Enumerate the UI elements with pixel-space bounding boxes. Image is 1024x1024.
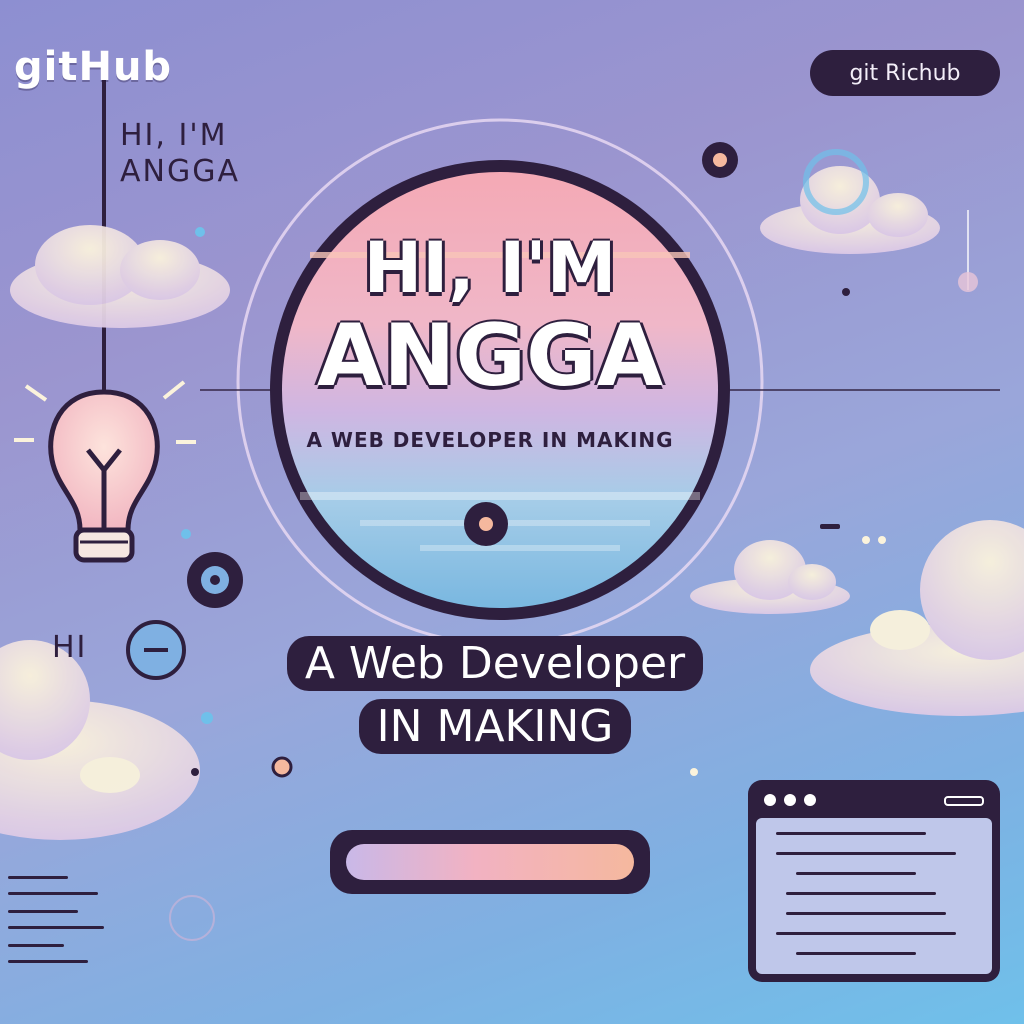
- hi-label: HI: [52, 630, 88, 665]
- window-dot: [804, 794, 816, 806]
- hero-title: HI, I'M ANGGA: [250, 228, 730, 404]
- cta-button[interactable]: [330, 830, 650, 894]
- cloud-icon: [690, 540, 850, 614]
- hero-title-line1: HI, I'M: [363, 227, 617, 309]
- window-dot: [764, 794, 776, 806]
- hero-subtitle: A WEB DEVELOPER IN MAKING: [306, 428, 674, 452]
- lightbulb-icon: [14, 380, 196, 563]
- window-menu-icon: [944, 796, 984, 806]
- cloud-icon: [10, 225, 230, 328]
- github-logo[interactable]: gitHub: [14, 44, 172, 90]
- side-greeting-line2: ANGGA: [120, 154, 240, 189]
- side-greeting: HI, I'M ANGGA: [120, 118, 240, 190]
- hero-title-line2: ANGGA: [316, 306, 664, 406]
- cta-button-fill: [346, 844, 634, 880]
- code-editor-body: [756, 818, 992, 974]
- window-dot: [784, 794, 796, 806]
- side-greeting-line1: HI, I'M: [120, 118, 228, 153]
- poster-canvas: gitHub git Richub HI, I'M ANGGA HI HI, I…: [0, 0, 1024, 1024]
- tagline-line1: A Web Developer: [286, 636, 704, 691]
- cloud-icon: [810, 520, 1024, 716]
- github-badge[interactable]: git Richub: [810, 50, 1000, 96]
- browser-window-icon: [748, 780, 1000, 982]
- tagline-line2: IN MAKING: [358, 699, 632, 754]
- tagline: A Web Developer IN MAKING: [240, 636, 750, 754]
- text-lines-decor: [0, 870, 110, 970]
